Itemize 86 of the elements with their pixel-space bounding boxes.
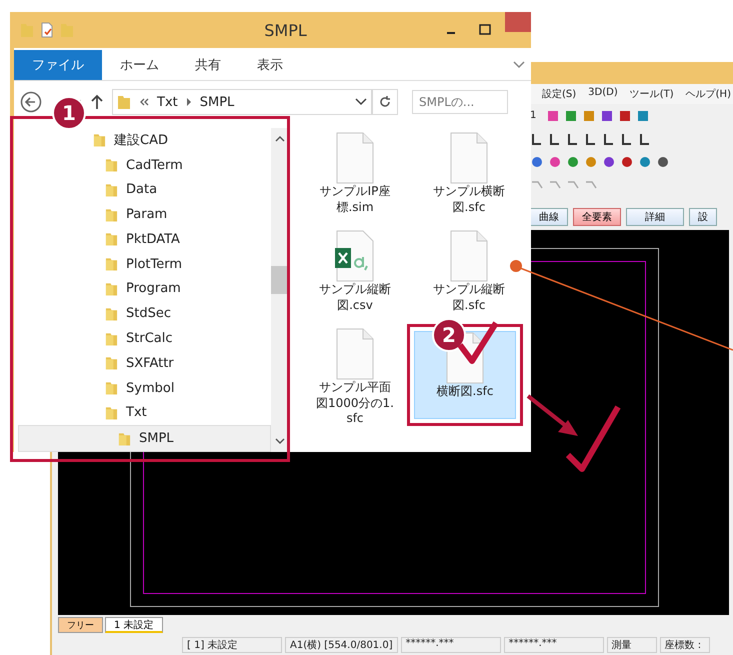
- status-field: 座標数 :: [660, 637, 710, 653]
- check-mark-icon: [566, 405, 621, 472]
- toolbar-icon[interactable]: [548, 132, 562, 146]
- folder-icon: [117, 94, 131, 110]
- status-field: A1(横) [554.0/801.0]: [285, 637, 398, 653]
- status-field: ******.***: [504, 637, 604, 653]
- folder-tree-item[interactable]: Program: [18, 276, 271, 302]
- toolbar-icon[interactable]: [566, 132, 580, 146]
- menu-item[interactable]: ツール(T): [630, 87, 674, 101]
- toolbar-icon[interactable]: [530, 132, 544, 146]
- scroll-up-icon[interactable]: [274, 136, 284, 142]
- status-field: ******.***: [400, 637, 501, 653]
- folder-tree-item[interactable]: StdSec: [18, 301, 271, 326]
- folder-icon: [105, 231, 118, 248]
- sheet-tab[interactable]: 1 未設定: [105, 617, 163, 633]
- folder-icon: [105, 330, 118, 346]
- ribbon-tab[interactable]: ファイル: [14, 50, 102, 80]
- check-mark-icon: [458, 321, 499, 364]
- toolbar-icon[interactable]: [584, 132, 598, 146]
- folder-tree-item[interactable]: Data: [18, 178, 271, 202]
- folder-tree-item[interactable]: Txt: [18, 400, 271, 426]
- folder-icon: [105, 306, 118, 322]
- folder-icon: [105, 404, 118, 421]
- up-arrow-icon[interactable]: [90, 93, 104, 111]
- folder-icon: [105, 157, 118, 174]
- breadcrumb-item[interactable]: SMPL: [200, 94, 234, 110]
- scroll-thumb[interactable]: [271, 266, 288, 294]
- scroll-down-icon[interactable]: [274, 438, 284, 444]
- sheet-tab[interactable]: フリー: [58, 617, 103, 633]
- document-icon[interactable]: [40, 22, 54, 38]
- folder-icon: [105, 280, 118, 297]
- menu-item[interactable]: 3D(D): [588, 87, 618, 101]
- folder-tree-item[interactable]: SMPL: [18, 425, 271, 452]
- folder-icon: [105, 380, 118, 396]
- folder-tree-item[interactable]: SXFAttr: [18, 350, 271, 376]
- refresh-button[interactable]: [372, 89, 398, 115]
- folder-tree-item[interactable]: PlotTerm: [18, 252, 271, 277]
- file-item[interactable]: サンプルIP座標.sim: [300, 129, 410, 227]
- folder-icon: [105, 206, 118, 223]
- toolbar-icon[interactable]: [656, 154, 670, 168]
- search-field[interactable]: SMPLの...: [412, 90, 508, 114]
- folder-tree-item[interactable]: 建設CAD: [18, 128, 271, 153]
- folder-tree-item[interactable]: CadTerm: [18, 152, 271, 178]
- folder-icon: [105, 256, 118, 272]
- status-field: 測量: [606, 637, 657, 653]
- toolbar-icon[interactable]: [618, 108, 632, 122]
- menu-item[interactable]: ヘルプ(H): [686, 87, 731, 101]
- folder-tree-item[interactable]: Symbol: [18, 376, 271, 400]
- folder-icon: [105, 182, 118, 198]
- file-item[interactable]: サンプル縦断図.csv: [300, 227, 410, 325]
- back-icon[interactable]: [20, 91, 42, 113]
- mode-button[interactable]: 曲線: [530, 208, 568, 226]
- status-field: [ 1] 未設定: [182, 637, 282, 653]
- breadcrumb-arrow-icon[interactable]: [186, 98, 192, 106]
- page-number: 1: [530, 110, 536, 121]
- toolbar-icon[interactable]: [638, 132, 652, 146]
- folder-tree-item[interactable]: StrCalc: [18, 326, 271, 351]
- pointer-arrow: [526, 394, 578, 436]
- document-icon: [335, 132, 375, 184]
- folder-tree-item[interactable]: PktDATA: [18, 227, 271, 252]
- toolbar-icon[interactable]: [600, 108, 614, 122]
- file-item[interactable]: サンプル横断図.sfc: [414, 129, 524, 227]
- mode-button[interactable]: 全要素: [573, 208, 621, 226]
- file-item[interactable]: サンプル平面図1000分の1.sfc: [300, 325, 410, 423]
- toolbar-icon[interactable]: [620, 132, 634, 146]
- document-icon: [335, 328, 375, 380]
- breadcrumb-item[interactable]: Txt: [157, 94, 178, 110]
- document-icon: [449, 132, 489, 184]
- menu-item[interactable]: 設定(S): [542, 87, 576, 101]
- mode-button[interactable]: 詳細: [626, 208, 684, 226]
- address-bar[interactable]: Txt SMPL: [112, 89, 372, 115]
- document-icon: [449, 230, 489, 282]
- spreadsheet-icon: [335, 230, 375, 282]
- chevron-down-icon[interactable]: [355, 98, 367, 106]
- toolbar-icon[interactable]: [602, 154, 616, 168]
- folder-icon: [105, 355, 118, 372]
- refresh-icon: [378, 95, 392, 109]
- scrollbar[interactable]: [271, 128, 288, 452]
- folder-tree-item[interactable]: Param: [18, 202, 271, 228]
- overflow-chevron-icon[interactable]: [139, 97, 149, 107]
- folder-icon: [93, 132, 106, 148]
- toolbar-icon[interactable]: [620, 154, 634, 168]
- folder-icon: [118, 430, 131, 447]
- mode-button[interactable]: 設: [689, 208, 717, 226]
- toolbar-icon[interactable]: [602, 132, 616, 146]
- window-title: SMPL: [263, 20, 308, 40]
